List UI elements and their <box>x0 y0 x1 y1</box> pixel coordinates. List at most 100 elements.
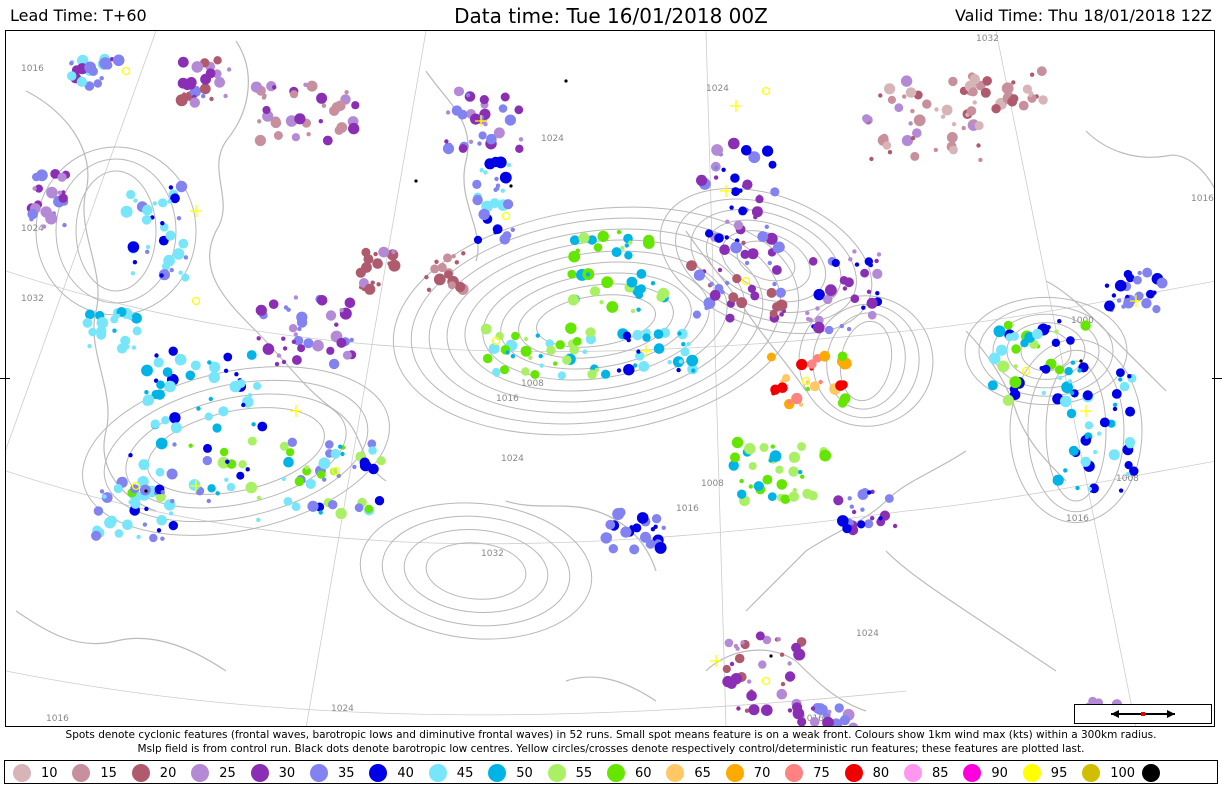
isobar-label: 1016 <box>676 504 699 514</box>
cyclone-spot <box>257 421 268 432</box>
cyclone-spot <box>753 215 758 220</box>
cyclone-spot <box>628 240 633 245</box>
cyclone-spot <box>523 336 529 342</box>
cyclone-spot <box>99 57 112 70</box>
cyclone-spot <box>857 489 869 500</box>
legend-swatch <box>963 764 982 782</box>
cyclone-spot <box>611 247 622 258</box>
cyclone-spot <box>724 638 734 648</box>
cyclone-spot <box>154 353 159 358</box>
cyclone-spot <box>729 661 735 667</box>
cyclone-spot <box>245 481 258 494</box>
cyclone-spot <box>728 292 739 303</box>
cyclone-spot <box>744 260 750 266</box>
legend-label: 85 <box>932 766 949 781</box>
cyclone-spot <box>344 297 356 309</box>
cyclone-spot <box>811 385 816 391</box>
cyclone-spot <box>500 365 509 375</box>
cyclone-spot <box>622 331 632 340</box>
cyclone-spot <box>312 339 324 352</box>
cyclone-spot <box>223 352 233 362</box>
legend-item: 15 <box>72 764 128 782</box>
cyclone-spot <box>479 95 489 105</box>
cyclone-spot <box>567 294 580 306</box>
cyclone-spot <box>777 382 788 394</box>
cyclone-spot <box>317 470 326 479</box>
cyclone-spot <box>636 512 649 524</box>
cyclone-spot <box>325 440 334 449</box>
cyclone-spot <box>889 497 894 502</box>
cyclone-spot <box>839 715 851 726</box>
isobar-label: 1024 <box>21 224 44 234</box>
legend-item: 40 <box>369 764 425 782</box>
cyclone-spot <box>87 344 92 349</box>
cyclone-spot <box>149 533 158 543</box>
map-panel: 1032 1024 1016 1008 1024 1024 1008 1016 1000 1024… <box>5 30 1215 727</box>
cyclone-spots <box>26 53 1168 726</box>
cyclone-spot <box>335 100 346 112</box>
cyclone-spot <box>168 185 174 190</box>
cyclone-spot <box>201 94 206 99</box>
cyclone-spot <box>1041 390 1047 396</box>
cyclone-spot <box>223 368 229 373</box>
cyclone-spot <box>170 498 175 504</box>
cyclone-spot <box>731 436 744 449</box>
cyclone-spot <box>691 368 696 373</box>
cyclone-spot <box>744 443 756 455</box>
cyclone-spot <box>597 230 609 243</box>
cyclone-spot <box>160 536 165 541</box>
cyclone-spot <box>775 287 786 298</box>
cyclone-spot <box>339 308 344 313</box>
cyclone-spot <box>281 336 286 341</box>
cyclone-spot <box>223 93 228 99</box>
cyclone-spot <box>444 270 453 279</box>
cyclone-spot <box>1077 368 1082 373</box>
cyclone-spot <box>91 530 102 541</box>
cyclone-spot <box>787 708 793 713</box>
cyclone-spot <box>250 81 262 93</box>
cyclone-spot <box>328 358 340 370</box>
cyclone-spot <box>268 299 279 310</box>
cyclone-spot <box>515 144 524 153</box>
cyclone-spot <box>643 234 655 246</box>
cyclone-spot <box>133 198 138 203</box>
cyclone-spot <box>247 393 253 398</box>
cyclone-spot <box>213 56 222 65</box>
cyclone-spot <box>293 295 299 300</box>
cyclone-spot <box>1054 329 1059 334</box>
cyclone-spot <box>1005 333 1014 342</box>
cyclone-spot <box>203 443 212 453</box>
cyclone-spot <box>546 345 556 355</box>
cyclone-spot <box>667 360 672 365</box>
cyclone-spot <box>862 114 871 123</box>
cyclone-spot <box>528 355 533 360</box>
cyclone-spot <box>626 276 638 288</box>
cyclone-spot <box>974 121 984 131</box>
cyclone-spot <box>767 492 777 501</box>
cyclone-spot <box>454 281 466 293</box>
cyclone-spot <box>96 317 109 329</box>
cyclone-spot <box>32 172 41 182</box>
cyclone-spot <box>987 380 998 391</box>
legend-swatch <box>1141 764 1160 782</box>
cyclone-spot <box>364 504 373 514</box>
cyclone-spot <box>215 491 220 496</box>
cyclone-spot <box>808 317 813 322</box>
cyclone-spot <box>1152 305 1161 314</box>
legend-item: 85 <box>904 764 960 782</box>
cyclone-spot <box>297 344 306 353</box>
cyclone-spot <box>612 508 625 520</box>
isobar <box>659 187 873 335</box>
cyclone-spot <box>294 113 306 125</box>
cyclone-spot <box>800 474 805 479</box>
cyclone-spot <box>555 340 565 350</box>
deterministic-run-cross <box>190 205 202 217</box>
cyclone-spot <box>85 309 95 320</box>
cyclone-spot <box>434 259 439 264</box>
legend-label: 75 <box>813 766 830 781</box>
cyclone-spot <box>1111 293 1117 298</box>
cyclone-spot <box>518 137 524 142</box>
legend-item: 10 <box>13 764 69 782</box>
cyclone-spot <box>714 233 724 243</box>
isobar-label: 1032 <box>481 549 504 559</box>
